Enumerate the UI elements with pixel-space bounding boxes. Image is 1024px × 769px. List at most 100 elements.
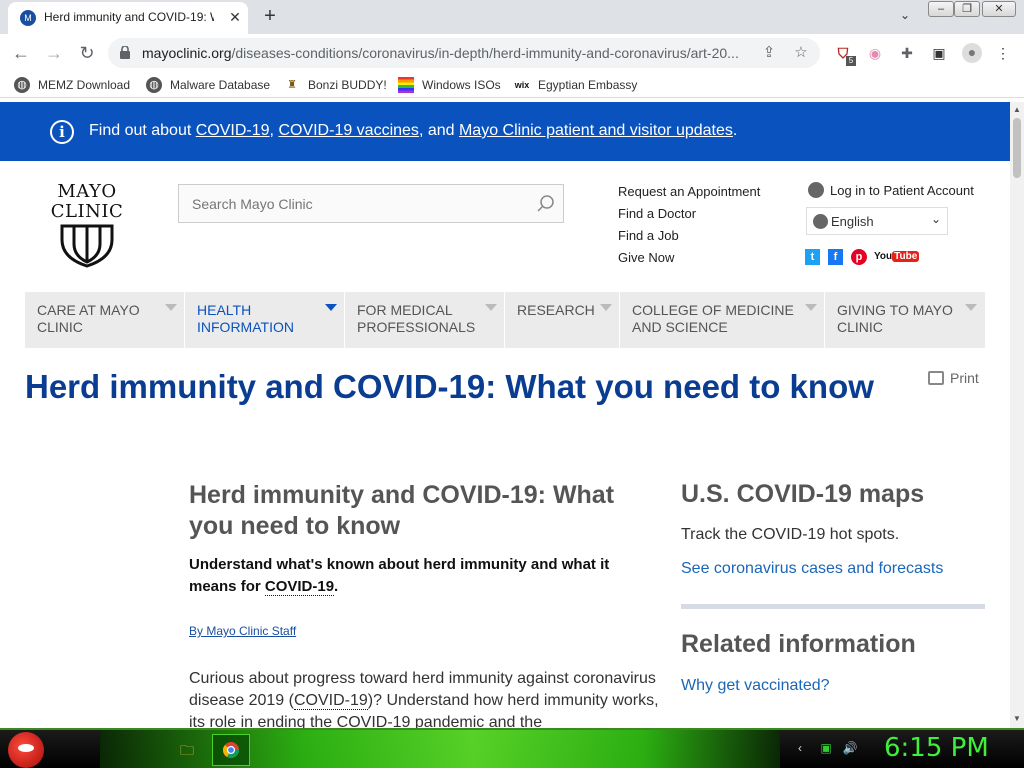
nav-line: INFORMATION xyxy=(197,319,294,335)
file-explorer-icon[interactable]: 🗀 xyxy=(168,734,206,766)
share-icon[interactable]: ⇪ xyxy=(760,44,778,62)
scroll-thumb[interactable] xyxy=(1013,118,1021,178)
patient-login-link[interactable]: Log in to Patient Account xyxy=(808,182,974,198)
volume-icon[interactable]: 🔊 xyxy=(842,740,858,756)
bookmarks-bar: ◍ MEMZ Download ◍ Malware Database ♜ Bon… xyxy=(0,72,1024,98)
bookmark-memz[interactable]: ◍ MEMZ Download xyxy=(14,76,130,94)
nav-line: FOR MEDICAL xyxy=(357,302,453,318)
wix-icon: wix xyxy=(514,80,530,90)
language-select[interactable]: English ⌄ xyxy=(806,207,948,235)
chrome-taskbar-icon[interactable] xyxy=(212,734,250,766)
globe-icon xyxy=(813,214,828,229)
pride-extension-icon[interactable]: ◉ xyxy=(866,44,884,62)
reload-button[interactable]: ↻ xyxy=(76,42,98,64)
banner-link-covid[interactable]: COVID-19 xyxy=(196,122,270,139)
bookmark-egyptian-embassy[interactable]: wix Egyptian Embassy xyxy=(514,76,638,94)
page-scrollbar[interactable]: ▲ ▼ xyxy=(1010,102,1024,728)
bookmark-label: MEMZ Download xyxy=(38,78,131,92)
system-tray: ‹ ▣ 🔊 xyxy=(786,740,866,760)
caret-down-icon xyxy=(805,304,817,311)
bookmark-windows-isos[interactable]: Windows ISOs xyxy=(398,76,501,94)
close-tab-icon[interactable]: ✕ xyxy=(226,8,244,26)
covid-maps-title: U.S. COVID-19 maps xyxy=(681,480,925,508)
url-path: /diseases-conditions/coronavirus/in-dept… xyxy=(231,45,739,61)
bookmark-label: Malware Database xyxy=(170,78,271,92)
maximize-button[interactable]: ❐ xyxy=(954,1,980,17)
related-info-title: Related information xyxy=(681,630,916,658)
scroll-down-icon[interactable]: ▼ xyxy=(1013,714,1021,723)
web-page: i Find out about COVID-19, COVID-19 vacc… xyxy=(0,102,1010,728)
tab-search-chevron-icon[interactable]: ⌄ xyxy=(896,8,914,26)
address-bar[interactable]: mayoclinic.org/diseases-conditions/coron… xyxy=(108,38,820,68)
article-body: Curious about progress toward herd immun… xyxy=(189,668,659,728)
nav-line: HEALTH xyxy=(197,302,252,318)
new-tab-button[interactable]: + xyxy=(259,5,281,27)
taskbar-clock[interactable]: 6:15 PM xyxy=(884,733,989,763)
chrome-icon xyxy=(222,742,240,759)
close-window-button[interactable]: ✕ xyxy=(982,1,1016,17)
banner-text: Find out about COVID-19, COVID-19 vaccin… xyxy=(89,122,737,140)
nav-line: COLLEGE OF MEDICINE xyxy=(632,302,794,318)
pinterest-icon[interactable]: p xyxy=(851,249,867,265)
bonzi-icon: ♜ xyxy=(287,79,297,91)
nav-care-at-mayo[interactable]: CARE AT MAYO CLINIC xyxy=(25,292,185,348)
nav-college-of-medicine[interactable]: COLLEGE OF MEDICINE AND SCIENCE xyxy=(620,292,825,348)
byline-link[interactable]: By Mayo Clinic Staff xyxy=(189,624,296,638)
main-nav: CARE AT MAYO CLINIC HEALTH INFORMATION FOR… xyxy=(25,292,985,348)
printer-icon xyxy=(928,371,944,385)
nav-research[interactable]: RESEARCH xyxy=(505,292,620,348)
print-button[interactable]: Print xyxy=(928,370,979,386)
bookmark-star-icon[interactable]: ☆ xyxy=(792,44,810,62)
mayo-clinic-logo[interactable]: MAYO CLINIC xyxy=(44,182,130,222)
search-input[interactable] xyxy=(180,186,530,221)
caret-down-icon xyxy=(165,304,177,311)
kebab-menu-icon[interactable]: ⋮ xyxy=(994,44,1012,62)
nav-medical-professionals[interactable]: FOR MEDICAL PROFESSIONALS xyxy=(345,292,505,348)
network-icon[interactable]: ▣ xyxy=(818,740,834,756)
puzzle-extensions-icon[interactable]: ✚ xyxy=(898,44,916,62)
scroll-up-icon[interactable]: ▲ xyxy=(1013,105,1021,114)
caret-down-icon xyxy=(485,304,497,311)
nav-label: HEALTH INFORMATION xyxy=(197,302,294,336)
side-panel-icon[interactable]: ▣ xyxy=(930,44,948,62)
forward-button[interactable]: → xyxy=(43,42,65,64)
request-appointment-link[interactable]: Request an Appointment xyxy=(618,184,760,199)
caret-down-icon xyxy=(325,304,337,311)
why-vaccinated-link[interactable]: Why get vaccinated? xyxy=(681,677,830,695)
caret-down-icon xyxy=(600,304,612,311)
back-button[interactable]: ← xyxy=(10,42,32,64)
nav-health-information[interactable]: HEALTH INFORMATION xyxy=(185,292,345,348)
banner-link-updates[interactable]: Mayo Clinic patient and visitor updates xyxy=(459,122,733,139)
language-label: English xyxy=(831,214,874,229)
bookmark-bonzi-buddy[interactable]: ♜ Bonzi BUDDY! xyxy=(284,76,387,94)
nav-line: CARE AT MAYO xyxy=(37,302,140,318)
covid-term-tooltip[interactable]: COVID-19 xyxy=(293,692,368,710)
nav-line: CLINIC xyxy=(37,319,83,335)
profile-avatar-icon[interactable]: ● xyxy=(962,43,982,63)
find-job-link[interactable]: Find a Job xyxy=(618,228,679,243)
lock-icon[interactable] xyxy=(120,46,130,59)
covid-term-tooltip[interactable]: COVID-19 xyxy=(264,578,335,596)
give-now-link[interactable]: Give Now xyxy=(618,250,674,265)
bookmark-malware-database[interactable]: ◍ Malware Database xyxy=(146,76,270,94)
bookmark-label: Bonzi BUDDY! xyxy=(308,78,387,92)
browser-toolbar: ← → ↻ mayoclinic.org/diseases-conditions… xyxy=(0,34,1024,72)
covid-cases-link[interactable]: See coronavirus cases and forecasts xyxy=(681,560,943,578)
tray-chevron-icon[interactable]: ‹ xyxy=(792,740,808,756)
tab-bar: M Herd immunity and COVID-19: W ✕ + ⌄ – … xyxy=(0,0,1024,34)
minimize-button[interactable]: – xyxy=(928,1,954,17)
twitter-icon[interactable]: t xyxy=(805,249,820,265)
mayo-shield-icon[interactable] xyxy=(60,224,114,268)
info-icon: i xyxy=(50,120,74,144)
youtube-icon[interactable]: You Tube xyxy=(874,249,920,265)
subtitle-text: Understand what's known about herd immun… xyxy=(189,556,610,595)
start-button-angry-bird-icon[interactable] xyxy=(8,732,44,768)
article-title: Herd immunity and COVID-19: What you nee… xyxy=(189,481,615,540)
nav-giving-to-mayo[interactable]: GIVING TO MAYO CLINIC xyxy=(825,292,985,348)
banner-link-vaccines[interactable]: COVID-19 vaccines xyxy=(278,122,419,139)
browser-tab[interactable]: M Herd immunity and COVID-19: W ✕ xyxy=(8,2,248,34)
search-icon[interactable] xyxy=(535,193,557,215)
facebook-icon[interactable]: f xyxy=(828,249,843,265)
find-doctor-link[interactable]: Find a Doctor xyxy=(618,206,696,221)
user-icon xyxy=(808,182,824,198)
